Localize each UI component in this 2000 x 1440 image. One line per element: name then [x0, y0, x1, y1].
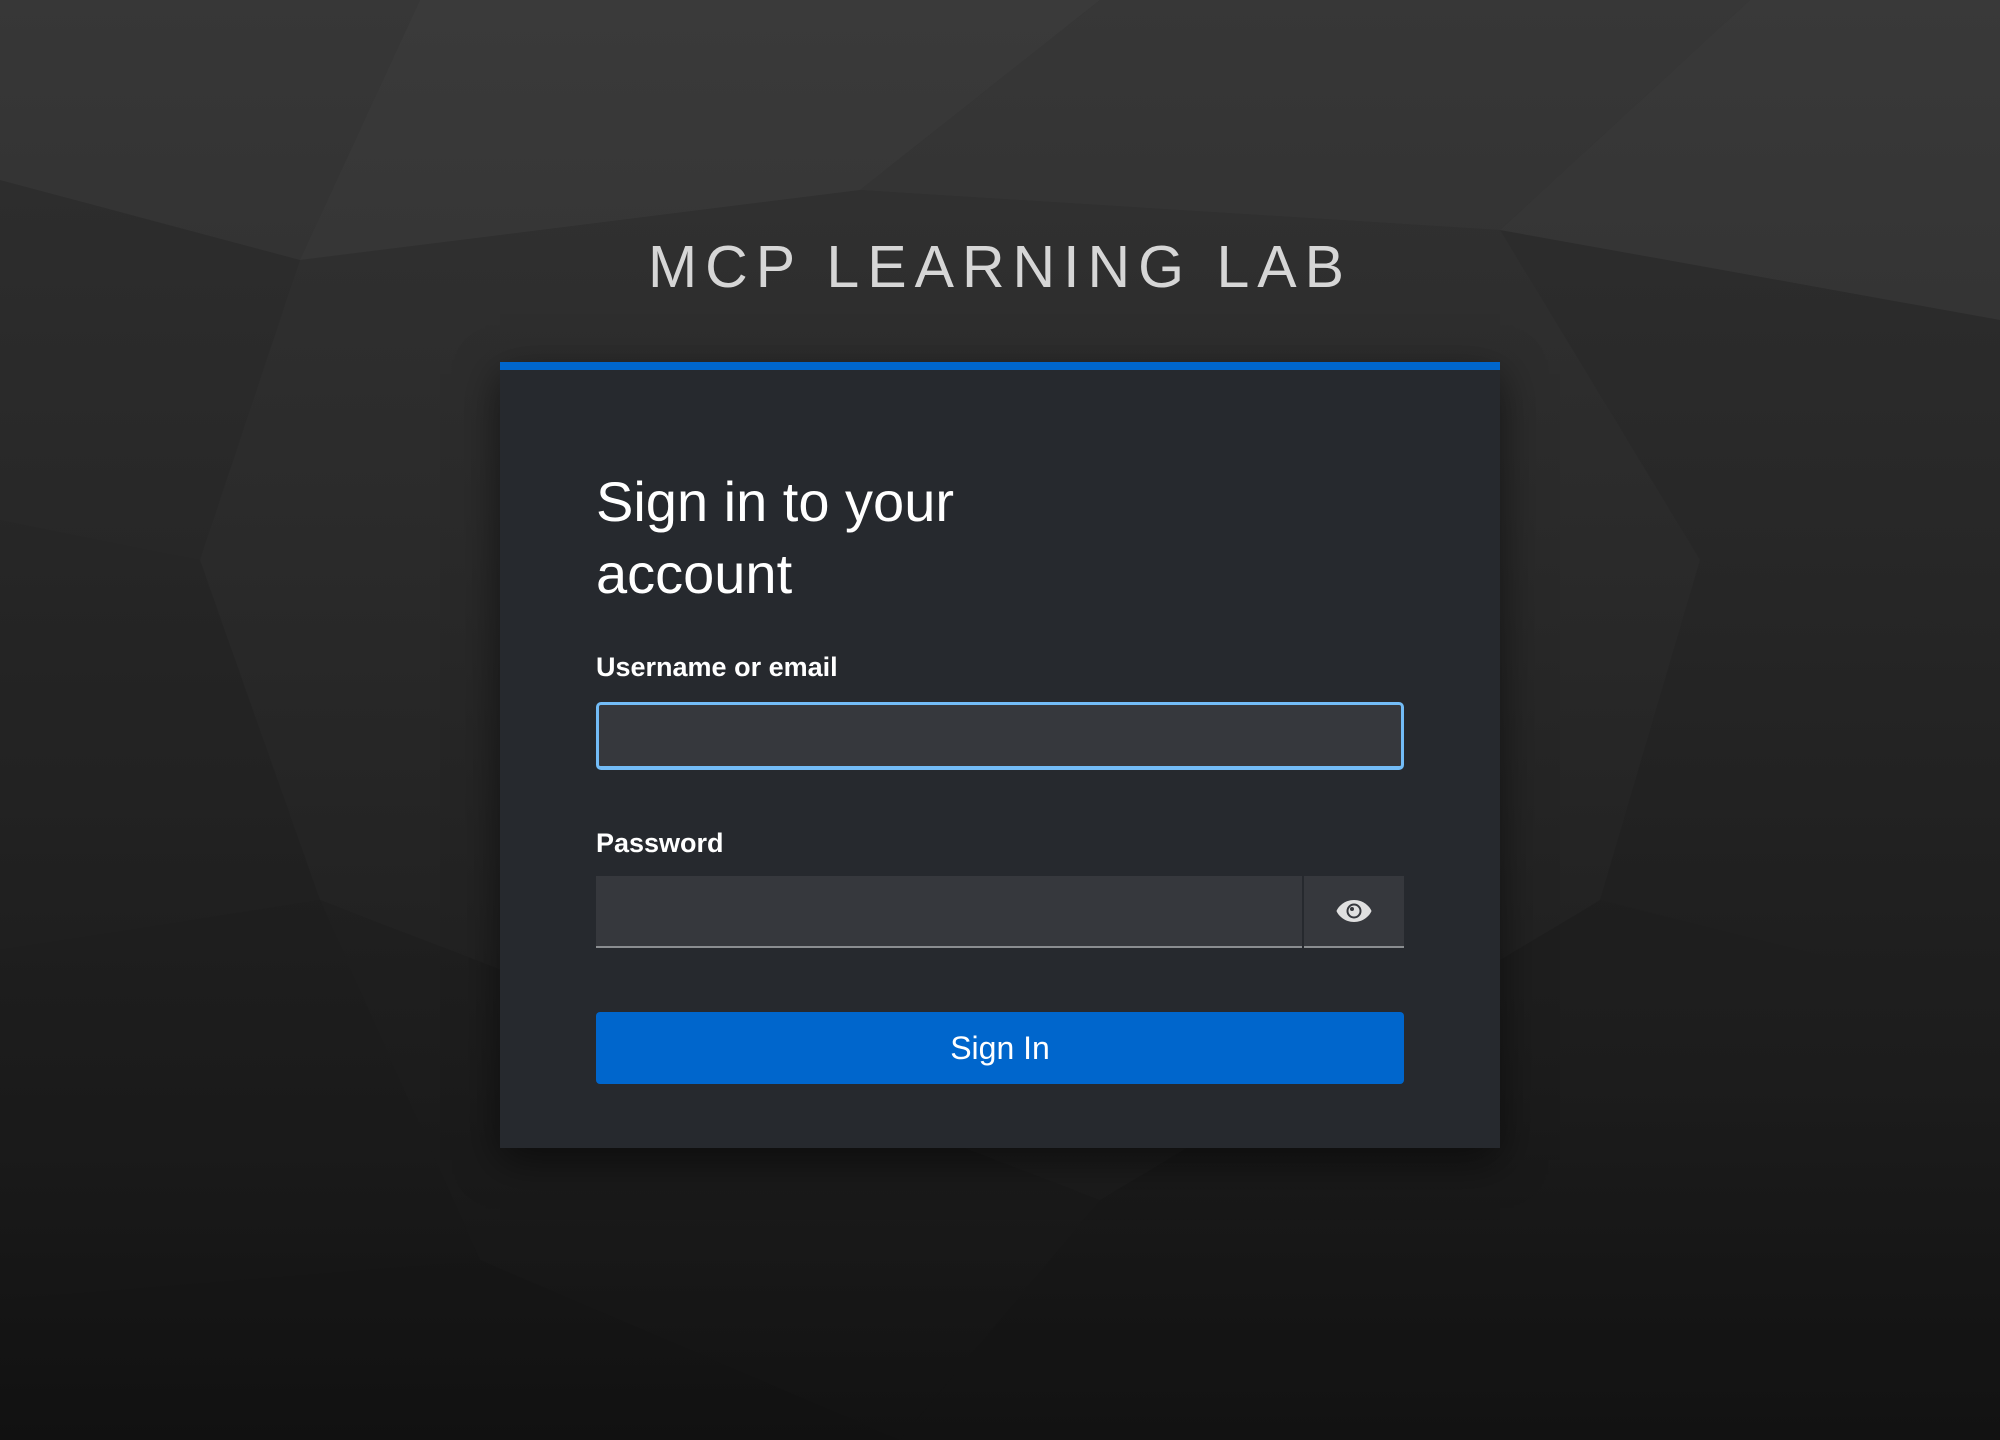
password-label: Password	[596, 828, 724, 858]
username-input[interactable]	[596, 702, 1404, 770]
password-input[interactable]	[596, 876, 1302, 948]
sign-in-button[interactable]: Sign In	[596, 1012, 1404, 1084]
username-label: Username or email	[596, 652, 838, 682]
login-card: Sign in to your account Username or emai…	[500, 362, 1500, 1148]
card-accent-bar	[500, 362, 1500, 370]
eye-icon	[1336, 900, 1372, 922]
show-password-button[interactable]	[1304, 876, 1404, 948]
login-heading: Sign in to your account	[596, 470, 954, 605]
brand-title: MCP LEARNING LAB	[648, 234, 1352, 300]
